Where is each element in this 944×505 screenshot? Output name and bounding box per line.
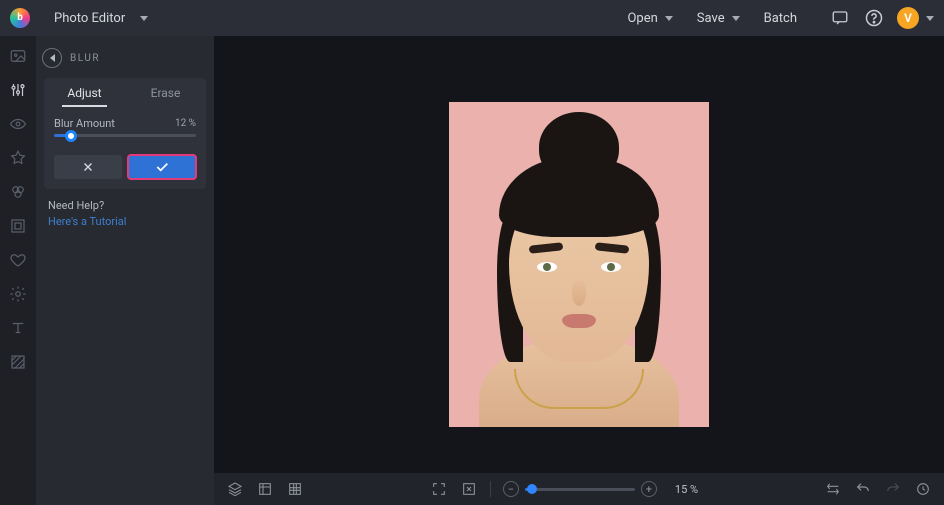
app-title-dropdown[interactable]: Photo Editor [42,5,160,32]
check-icon [154,159,170,175]
open-label: Open [627,11,657,26]
blur-panel-card: Adjust Erase Blur Amount 12 % [44,78,206,189]
top-bar: b Photo Editor Open Save Batch V [0,0,944,36]
cancel-button[interactable] [54,155,122,179]
zoom-thumb[interactable] [527,484,537,494]
app-logo[interactable]: b [10,8,30,28]
tab-adjust-label: Adjust [67,86,101,100]
save-label: Save [697,11,725,26]
gear-tool-icon[interactable] [8,284,28,304]
blur-amount-slider[interactable] [44,134,206,147]
redo-icon[interactable] [884,480,902,498]
save-button[interactable]: Save [685,5,752,32]
side-panel: BLUR Adjust Erase Blur Amount 12 % [36,36,214,505]
heart-tool-icon[interactable] [8,250,28,270]
blur-amount-value: 12 % [175,118,196,129]
visibility-tool-icon[interactable] [8,114,28,134]
history-icon[interactable] [914,480,932,498]
frame-tool-icon[interactable] [8,216,28,236]
layers-icon[interactable] [226,480,244,498]
zoom-out-button[interactable]: − [503,481,519,497]
text-tool-icon[interactable] [8,318,28,338]
canvas-resize-icon[interactable] [256,480,274,498]
avatar-initial: V [904,11,912,25]
chevron-down-icon [665,16,673,21]
batch-button[interactable]: Batch [752,5,809,32]
zoom-in-button[interactable]: + [641,481,657,497]
avatar: V [897,7,919,29]
feedback-icon[interactable] [829,7,851,29]
chevron-down-icon [926,16,934,21]
effects-tool-icon[interactable] [8,182,28,202]
batch-label: Batch [764,11,797,26]
slider-thumb[interactable] [65,130,77,142]
adjust-tool-icon[interactable] [8,80,28,100]
account-menu[interactable]: V [897,7,934,29]
chevron-down-icon [140,16,148,21]
apply-button[interactable] [128,155,196,179]
tutorial-link[interactable]: Here's a Tutorial [48,215,202,228]
tab-erase-label: Erase [151,86,181,100]
grid-icon[interactable] [286,480,304,498]
back-button[interactable] [42,48,62,68]
panel-title: BLUR [70,53,100,64]
canvas-area: − + 15 % [214,36,944,505]
tool-strip [0,36,36,505]
bottom-bar: − + 15 % [214,473,944,505]
blur-amount-label: Blur Amount [54,117,115,130]
zoom-value: 15 % [675,483,698,496]
star-tool-icon[interactable] [8,148,28,168]
tab-adjust[interactable]: Adjust [44,78,125,107]
fit-screen-icon[interactable] [430,480,448,498]
undo-icon[interactable] [854,480,872,498]
back-arrow-icon [50,54,55,62]
app-title-label: Photo Editor [54,11,125,26]
chevron-down-icon [732,16,740,21]
canvas-stage[interactable] [214,36,944,473]
compare-icon[interactable] [824,480,842,498]
image-tool-icon[interactable] [8,46,28,66]
canvas-image[interactable] [449,102,709,427]
zoom-slider[interactable]: − + [503,481,657,497]
open-button[interactable]: Open [615,5,684,32]
help-title: Need Help? [48,199,202,212]
close-icon [81,160,95,174]
texture-tool-icon[interactable] [8,352,28,372]
help-icon[interactable] [863,7,885,29]
tab-erase[interactable]: Erase [125,78,206,107]
actual-size-icon[interactable] [460,480,478,498]
